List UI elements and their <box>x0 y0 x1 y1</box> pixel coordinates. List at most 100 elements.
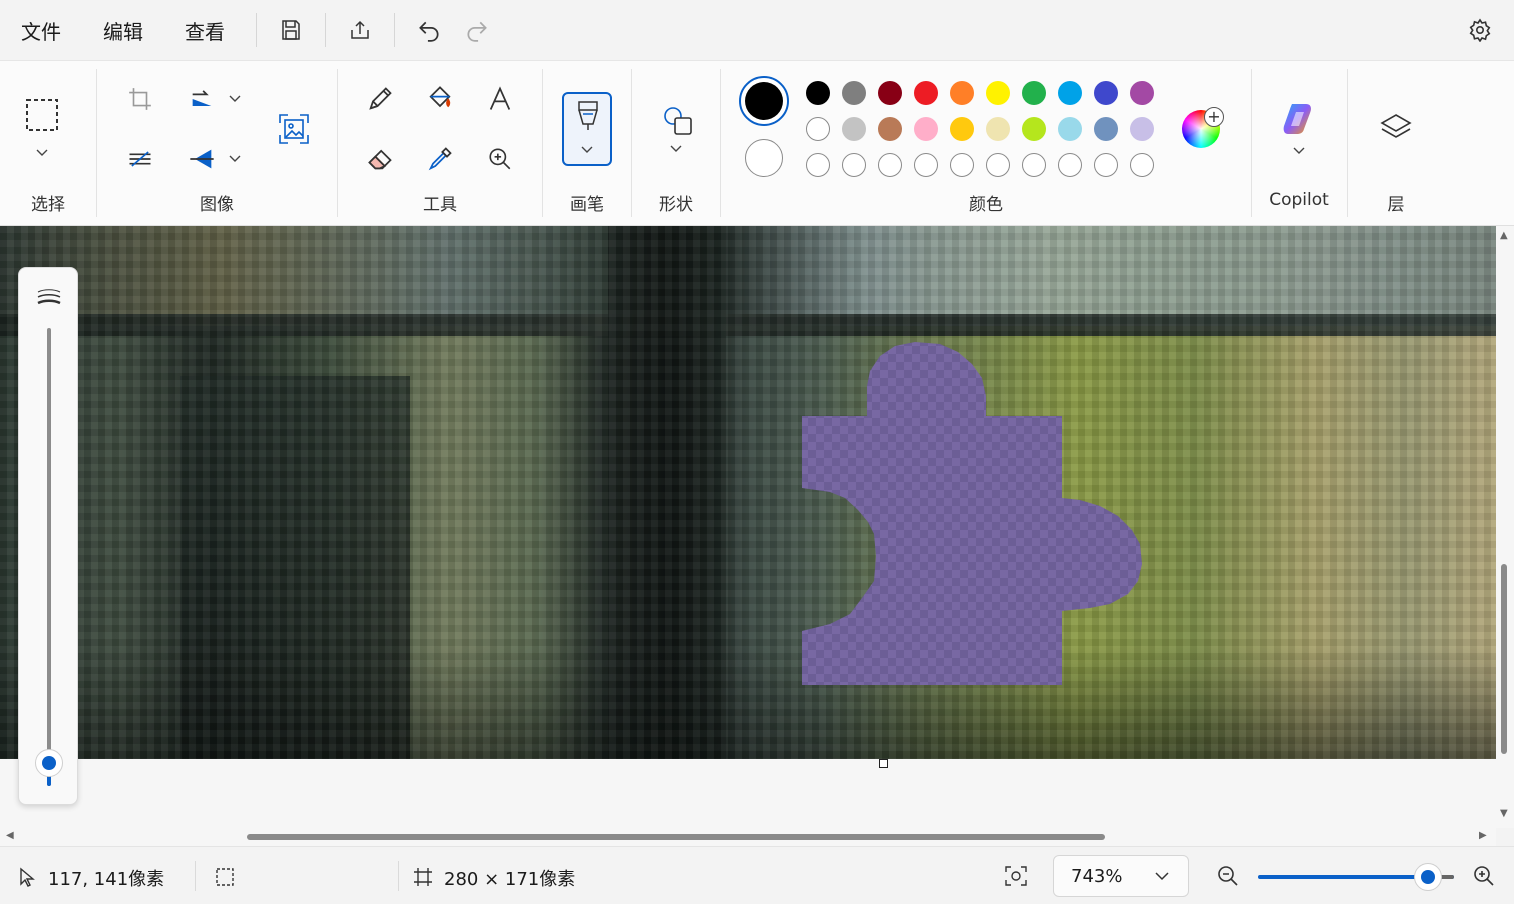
add-color-plus-icon[interactable]: + <box>1204 107 1224 127</box>
palette-color-swatch[interactable] <box>914 81 938 105</box>
palette-color-swatch[interactable] <box>986 117 1010 141</box>
zoom-slider-remaining <box>1440 875 1454 879</box>
shapes-dropdown-chevron-icon[interactable] <box>668 141 684 157</box>
fit-to-window-icon[interactable] <box>1004 865 1028 887</box>
palette-color-swatch[interactable] <box>842 81 866 105</box>
group-label-tools: 工具 <box>423 195 457 215</box>
custom-color-slot[interactable] <box>878 153 902 177</box>
scroll-right-arrow-icon[interactable]: ▶ <box>1479 830 1487 841</box>
custom-color-slot[interactable] <box>806 153 830 177</box>
palette-color-swatch[interactable] <box>1058 117 1082 141</box>
custom-color-slot[interactable] <box>950 153 974 177</box>
palette-color-swatch[interactable] <box>1022 117 1046 141</box>
canvas-size-icon <box>413 867 433 887</box>
scroll-down-arrow-icon[interactable]: ▼ <box>1500 808 1508 819</box>
group-label-image: 图像 <box>200 195 234 215</box>
palette-color-swatch[interactable] <box>1094 81 1118 105</box>
palette-color-swatch[interactable] <box>842 117 866 141</box>
undo-icon[interactable] <box>405 6 453 54</box>
custom-color-slot[interactable] <box>842 153 866 177</box>
save-icon[interactable] <box>267 6 315 54</box>
magnifier-icon[interactable] <box>478 137 522 181</box>
palette-color-swatch[interactable] <box>950 117 974 141</box>
flip-dropdown-chevron-icon[interactable] <box>227 151 243 167</box>
menu-separator <box>325 13 326 47</box>
brush-size-icon <box>36 288 62 308</box>
flip-icon[interactable] <box>180 137 224 181</box>
zoom-level-value: 743% <box>1071 866 1123 887</box>
palette-color-swatch[interactable] <box>806 81 830 105</box>
palette-color-swatch[interactable] <box>1130 117 1154 141</box>
custom-color-slot[interactable] <box>1130 153 1154 177</box>
palette-color-swatch[interactable] <box>986 81 1010 105</box>
fill-bucket-icon[interactable] <box>418 77 462 121</box>
cursor-position: 117, 141像素 <box>48 869 165 890</box>
crop-icon[interactable] <box>118 77 162 121</box>
brushes-dropdown-chevron-icon <box>581 146 595 156</box>
copilot-dropdown-chevron-icon[interactable] <box>1291 143 1307 159</box>
horizontal-scrollbar[interactable]: ◀ ▶ <box>0 828 1496 846</box>
transparent-selection-region[interactable] <box>0 226 1496 759</box>
secondary-color-swatch[interactable] <box>745 139 783 177</box>
eraser-icon[interactable] <box>358 137 402 181</box>
resize-image-icon[interactable] <box>272 107 316 151</box>
vertical-scroll-thumb[interactable] <box>1501 564 1507 754</box>
shapes-icon[interactable] <box>655 99 699 143</box>
zoom-out-icon[interactable] <box>1216 864 1240 888</box>
rotate-icon[interactable] <box>180 77 224 121</box>
group-label-copilot: Copilot <box>1269 190 1329 210</box>
canvas-resize-handle[interactable] <box>879 759 888 768</box>
menu-file[interactable]: 文件 <box>0 0 82 60</box>
brush-size-thumb[interactable] <box>35 749 63 777</box>
palette-color-swatch[interactable] <box>1022 81 1046 105</box>
palette-color-swatch[interactable] <box>878 81 902 105</box>
settings-gear-icon[interactable] <box>1460 10 1500 50</box>
group-label-layers: 层 <box>1387 195 1405 215</box>
menu-bar: 文件 编辑 查看 <box>0 0 1514 60</box>
custom-color-slot[interactable] <box>986 153 1010 177</box>
rotate-dropdown-chevron-icon[interactable] <box>227 91 243 107</box>
canvas-viewport[interactable] <box>0 226 1496 828</box>
palette-color-swatch[interactable] <box>878 117 902 141</box>
canvas-size: 280 × 171像素 <box>444 869 576 890</box>
share-icon[interactable] <box>336 6 384 54</box>
menu-separator <box>394 13 395 47</box>
palette-color-swatch[interactable] <box>806 117 830 141</box>
custom-color-slot[interactable] <box>1058 153 1082 177</box>
scroll-left-arrow-icon[interactable]: ◀ <box>6 830 14 841</box>
menu-edit[interactable]: 编辑 <box>82 0 164 60</box>
text-tool-icon[interactable] <box>478 77 522 121</box>
canvas-image[interactable] <box>0 226 1496 759</box>
select-dropdown-chevron-icon[interactable] <box>34 145 50 161</box>
layers-icon[interactable] <box>1374 107 1418 151</box>
zoom-slider-thumb[interactable] <box>1414 863 1442 891</box>
palette-color-swatch[interactable] <box>914 117 938 141</box>
primary-color-swatch[interactable] <box>739 76 789 126</box>
palette-color-swatch[interactable] <box>1130 81 1154 105</box>
pencil-icon[interactable] <box>358 77 402 121</box>
zoom-level-dropdown[interactable]: 743% <box>1053 855 1189 897</box>
zoom-dropdown-chevron-icon <box>1155 872 1169 881</box>
menu-view[interactable]: 查看 <box>164 0 246 60</box>
selection-size-icon <box>215 867 235 887</box>
group-label-shapes: 形状 <box>659 195 693 215</box>
scroll-up-arrow-icon[interactable]: ▲ <box>1500 230 1508 241</box>
remove-background-icon[interactable] <box>118 137 162 181</box>
color-picker-icon[interactable] <box>418 137 462 181</box>
horizontal-scroll-thumb[interactable] <box>247 834 1105 840</box>
copilot-icon[interactable] <box>1277 97 1321 141</box>
cursor-pointer-icon <box>18 867 36 887</box>
vertical-scrollbar[interactable]: ▲ ▼ <box>1496 226 1514 828</box>
palette-color-swatch[interactable] <box>1058 81 1082 105</box>
custom-color-slot[interactable] <box>1022 153 1046 177</box>
brush-size-track[interactable] <box>47 328 51 786</box>
zoom-in-icon[interactable] <box>1472 864 1496 888</box>
menu-separator <box>256 13 257 47</box>
brushes-button[interactable] <box>562 92 612 166</box>
palette-color-swatch[interactable] <box>1094 117 1118 141</box>
custom-color-slot[interactable] <box>1094 153 1118 177</box>
select-rectangle-icon[interactable] <box>20 93 64 137</box>
custom-color-slot[interactable] <box>914 153 938 177</box>
palette-color-swatch[interactable] <box>950 81 974 105</box>
redo-icon[interactable] <box>453 6 501 54</box>
